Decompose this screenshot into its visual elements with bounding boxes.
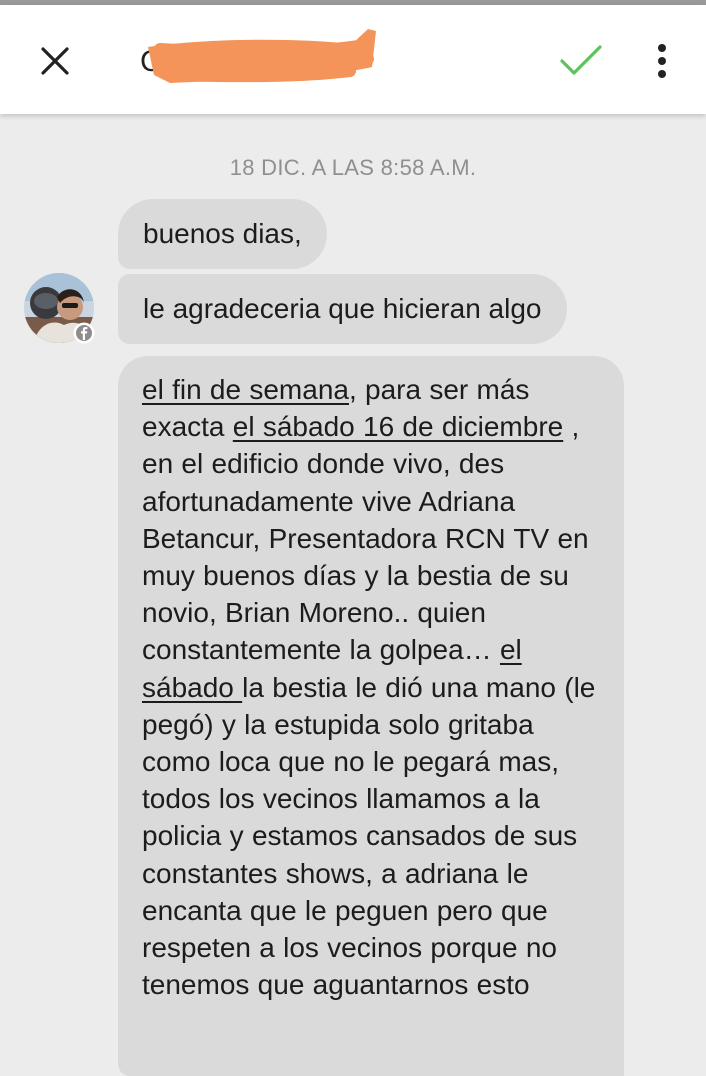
message-text: la bestia le dió una mano (le pegó) y la… bbox=[142, 671, 596, 1001]
message-link-text[interactable]: el sábado 16 de diciembre bbox=[233, 411, 563, 442]
redaction-scribble bbox=[148, 29, 376, 83]
contact-name-area[interactable]: C bbox=[140, 19, 380, 95]
facebook-icon bbox=[73, 322, 95, 344]
message-text: buenos dias, bbox=[143, 218, 302, 249]
close-button[interactable] bbox=[25, 37, 85, 85]
message-link-text[interactable]: el fin de semana bbox=[142, 374, 349, 405]
mark-done-button[interactable] bbox=[553, 33, 609, 89]
more-vertical-icon bbox=[658, 44, 666, 78]
message-bubble[interactable]: el fin de semana, para ser más exacta el… bbox=[118, 356, 624, 1076]
message-bubble[interactable]: le agradeceria que hicieran algo bbox=[118, 274, 567, 344]
message-text: le agradeceria que hicieran algo bbox=[143, 293, 542, 324]
check-icon bbox=[560, 45, 602, 75]
app-bar: C bbox=[0, 5, 706, 114]
more-options-button[interactable] bbox=[640, 33, 684, 89]
message-bubble[interactable]: buenos dias, bbox=[118, 199, 327, 269]
sender-avatar[interactable] bbox=[24, 273, 95, 344]
close-icon bbox=[41, 47, 69, 75]
message-timestamp: 18 DIC. A LAS 8:58 A.M. bbox=[229, 155, 477, 180]
message-text: , en el edificio donde vivo, des afortun… bbox=[142, 411, 589, 666]
